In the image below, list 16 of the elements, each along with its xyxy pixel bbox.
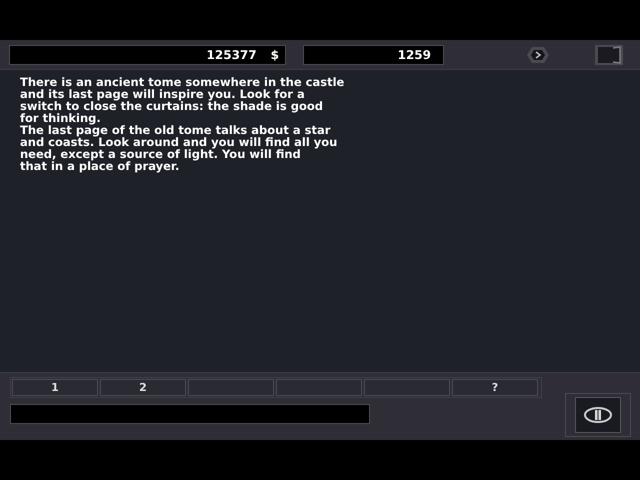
- slot-button[interactable]: 2: [100, 379, 186, 396]
- slot-button[interactable]: ?: [452, 379, 538, 396]
- counter-value: 1259: [398, 48, 431, 62]
- square-frame-icon[interactable]: [594, 44, 624, 66]
- empty-slot[interactable]: [276, 379, 362, 396]
- currency-symbol: $: [270, 48, 279, 62]
- look-button[interactable]: [575, 397, 621, 433]
- money-amount: 125377: [206, 48, 257, 62]
- message-paragraph: There is an ancient tome somewhere in the castle and its last page will inspire you. Look for a switch to close the curtains: the shade is good for thinking.: [20, 76, 346, 124]
- eye-icon: [583, 405, 613, 425]
- message-paragraph: The last page of the old tome talks about a star and coasts. Look around and you will find all you need, except a source of light. You will find that in a place of prayer.: [20, 124, 338, 172]
- hexagon-icon[interactable]: [526, 46, 550, 64]
- empty-slot[interactable]: [188, 379, 274, 396]
- slot-button[interactable]: 1: [12, 379, 98, 396]
- input-field[interactable]: [10, 404, 370, 424]
- empty-slot[interactable]: [364, 379, 450, 396]
